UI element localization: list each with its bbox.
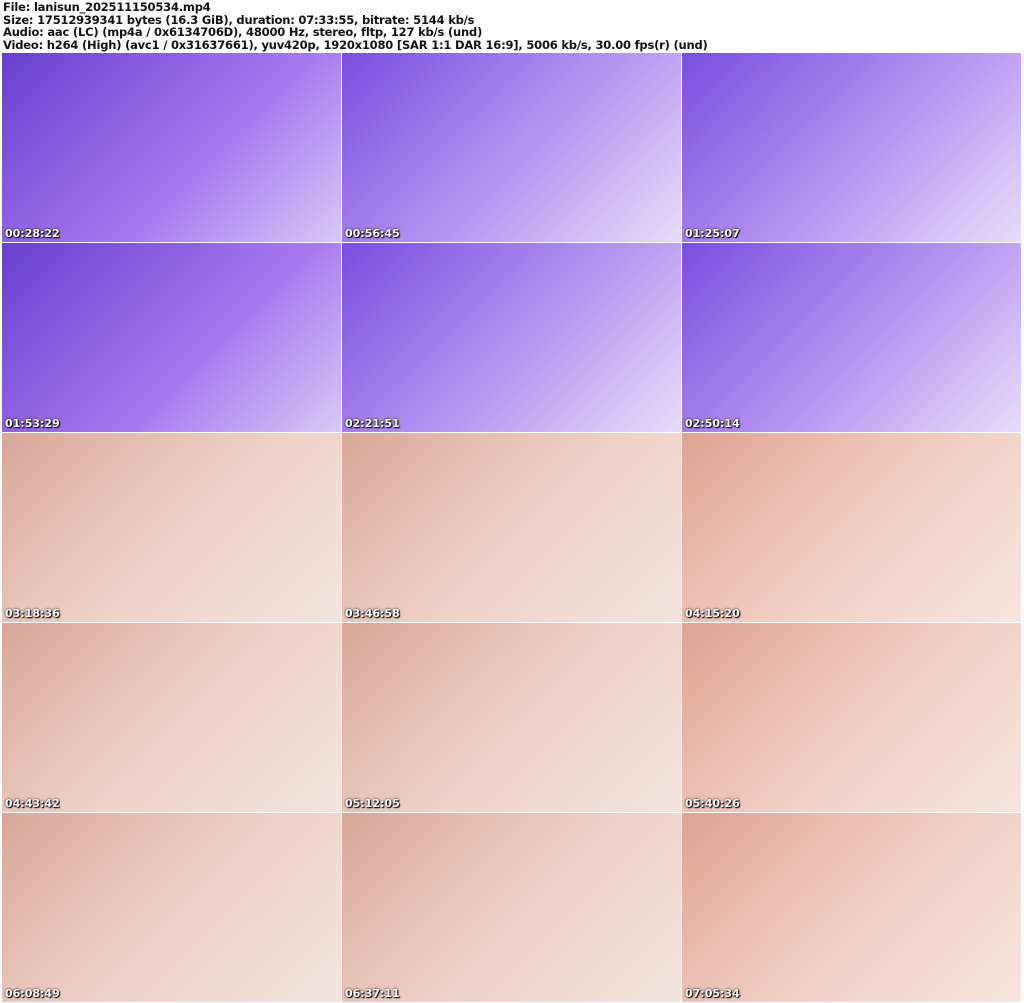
video-thumbnail: 01:53:29 [2, 243, 341, 432]
video-thumbnail: 07:05:34 [682, 813, 1021, 1002]
video-thumbnail: 01:25:07 [682, 53, 1021, 242]
video-thumbnail: 03:46:58 [342, 433, 681, 622]
thumbnail-timestamp: 04:15:20 [685, 607, 740, 620]
video-thumbnail: 00:28:22 [2, 53, 341, 242]
thumbnail-timestamp: 04:43:42 [5, 797, 60, 810]
thumbnail-timestamp: 00:56:45 [345, 227, 400, 240]
thumbnail-timestamp: 06:37:11 [345, 987, 400, 1000]
thumbnail-timestamp: 01:25:07 [685, 227, 740, 240]
video-thumbnail: 04:15:20 [682, 433, 1021, 622]
video-thumbnail: 00:56:45 [342, 53, 681, 242]
file-info-header: File: lanisun_202511150534.mp4 Size: 175… [3, 1, 708, 51]
audio-info: Audio: aac (LC) (mp4a / 0x6134706D), 480… [3, 25, 483, 39]
video-thumbnail: 05:12:05 [342, 623, 681, 812]
thumbnail-timestamp: 03:46:58 [345, 607, 400, 620]
thumbnail-timestamp: 03:18:36 [5, 607, 60, 620]
thumbnail-timestamp: 05:40:26 [685, 797, 740, 810]
thumbnail-timestamp: 00:28:22 [5, 227, 60, 240]
video-thumbnail: 03:18:36 [2, 433, 341, 622]
video-thumbnail: 02:21:51 [342, 243, 681, 432]
video-info: Video: h264 (High) (avc1 / 0x31637661), … [3, 37, 708, 52]
file-name: File: lanisun_202511150534.mp4 [3, 0, 211, 14]
thumbnail-timestamp: 06:08:49 [5, 987, 60, 1000]
thumbnail-grid: 00:28:22 00:56:45 01:25:07 01:53:29 02:21:51… [2, 53, 1022, 1002]
video-thumbnail: 05:40:26 [682, 623, 1021, 812]
thumbnail-timestamp: 02:21:51 [345, 417, 400, 430]
video-thumbnail: 06:37:11 [342, 813, 681, 1002]
video-thumbnail: 02:50:14 [682, 243, 1021, 432]
thumbnail-timestamp: 01:53:29 [5, 417, 60, 430]
video-thumbnail: 06:08:49 [2, 813, 341, 1002]
video-thumbnail: 04:43:42 [2, 623, 341, 812]
thumbnail-timestamp: 05:12:05 [345, 797, 400, 810]
thumbnail-timestamp: 02:50:14 [685, 417, 740, 430]
thumbnail-timestamp: 07:05:34 [685, 987, 740, 1000]
